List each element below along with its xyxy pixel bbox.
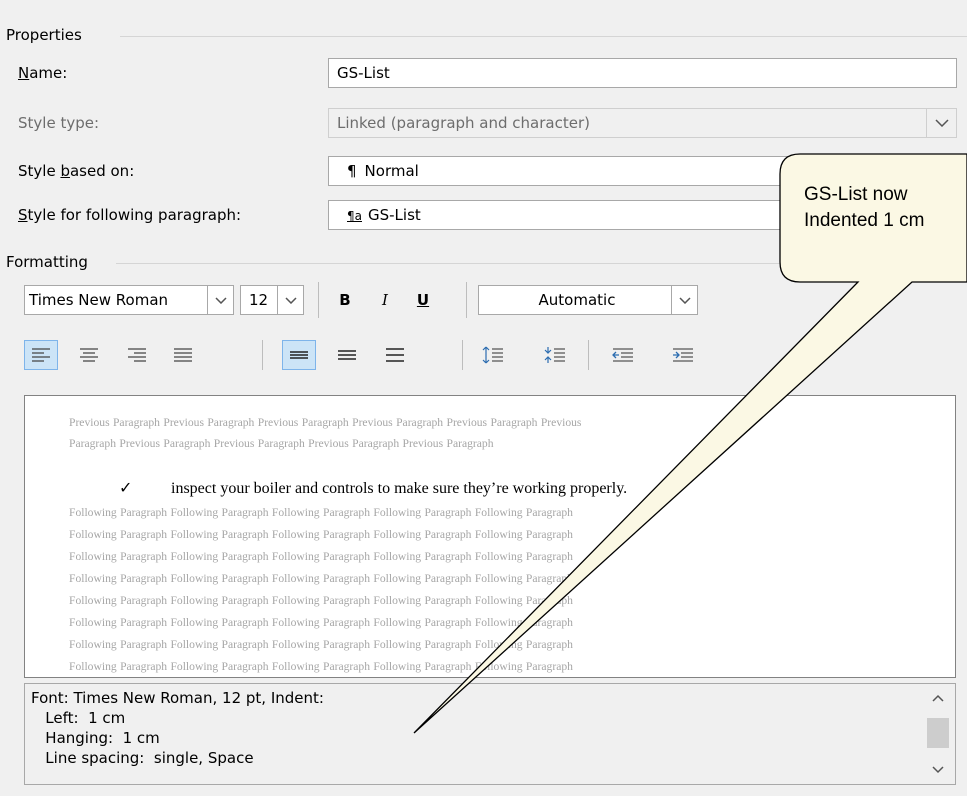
- linked-style-icon: ¶a: [347, 209, 362, 223]
- name-field[interactable]: GS-List: [328, 58, 957, 88]
- font-size-value: 12: [249, 291, 269, 309]
- description-line: Left: 1 cm: [31, 709, 126, 727]
- following-paragraph-line: Following Paragraph Following Paragraph …: [69, 660, 573, 673]
- formatting-divider: [116, 263, 967, 264]
- formatting-group-title: Formatting: [6, 253, 94, 271]
- following-paragraph-line: Following Paragraph Following Paragraph …: [69, 616, 573, 629]
- following-paragraph-line: Following Paragraph Following Paragraph …: [69, 528, 573, 541]
- previous-paragraph-line: Previous Paragraph Previous Paragraph Pr…: [69, 416, 582, 429]
- style-type-value: Linked (paragraph and character): [337, 114, 590, 132]
- toolbar-separator: [318, 282, 319, 318]
- description-line: Font: Times New Roman, 12 pt, Indent:: [31, 689, 324, 707]
- style-type-select[interactable]: Linked (paragraph and character): [328, 108, 957, 138]
- font-color-value: Automatic: [538, 291, 616, 309]
- properties-divider: [120, 36, 967, 37]
- font-name-dropdown-button[interactable]: [207, 286, 233, 314]
- decrease-indent-icon: [612, 348, 633, 362]
- font-color-dropdown-button[interactable]: [671, 286, 697, 314]
- align-center-button[interactable]: [72, 340, 106, 370]
- one-half-spacing-icon: [338, 350, 356, 360]
- double-spacing-button[interactable]: [378, 340, 412, 370]
- toolbar-separator: [262, 340, 263, 370]
- name-label: Name:: [18, 64, 68, 82]
- single-spacing-icon: [290, 351, 308, 359]
- style-preview: Previous Paragraph Previous Paragraph Pr…: [24, 395, 956, 678]
- one-half-spacing-button[interactable]: [330, 340, 364, 370]
- following-paragraph-line: Following Paragraph Following Paragraph …: [69, 550, 573, 563]
- font-name-combo[interactable]: Times New Roman: [24, 285, 234, 315]
- toolbar-separator: [462, 340, 463, 370]
- previous-paragraph-line: Paragraph Previous Paragraph Previous Pa…: [69, 437, 494, 450]
- chevron-down-icon: [934, 119, 949, 127]
- style-type-label: Style type:: [18, 114, 100, 132]
- increase-spacing-icon: [482, 346, 503, 364]
- bullet-checkmark: ✓: [119, 480, 133, 497]
- increase-indent-button[interactable]: [668, 340, 698, 370]
- justify-icon: [174, 348, 192, 362]
- toolbar-separator: [588, 340, 589, 370]
- following-paragraph-line: Following Paragraph Following Paragraph …: [69, 594, 573, 607]
- based-on-select[interactable]: ¶ Normal: [328, 156, 957, 186]
- double-spacing-icon: [386, 348, 404, 362]
- chevron-down-icon: [214, 296, 227, 304]
- increase-indent-icon: [673, 348, 693, 362]
- decrease-spacing-icon: [544, 347, 565, 363]
- italic-button[interactable]: I: [372, 285, 398, 315]
- scroll-up-icon[interactable]: [925, 690, 951, 706]
- justify-button[interactable]: [166, 340, 200, 370]
- align-left-button[interactable]: [24, 340, 58, 370]
- properties-group-title: Properties: [6, 26, 88, 44]
- callout-text-line: GS-List now: [804, 184, 908, 205]
- description-line: Line spacing: single, Space: [31, 749, 254, 767]
- increase-spacing-button[interactable]: [478, 340, 508, 370]
- underline-button[interactable]: U: [410, 285, 436, 315]
- font-color-combo[interactable]: Automatic: [478, 285, 698, 315]
- align-right-button[interactable]: [120, 340, 154, 370]
- based-on-value: Normal: [364, 162, 419, 180]
- decrease-indent-button[interactable]: [608, 340, 638, 370]
- following-value: GS-List: [368, 206, 421, 224]
- paragraph-mark-icon: ¶: [347, 162, 357, 180]
- name-field-value: GS-List: [337, 64, 390, 82]
- based-on-label: Style based on:: [18, 162, 135, 180]
- scroll-down-icon[interactable]: [925, 762, 951, 778]
- following-paragraph-line: Following Paragraph Following Paragraph …: [69, 572, 573, 585]
- align-center-icon: [80, 348, 98, 362]
- description-scrollbar[interactable]: [925, 688, 951, 780]
- style-description: Font: Times New Roman, 12 pt, Indent: Le…: [24, 683, 956, 785]
- scroll-thumb[interactable]: [927, 718, 949, 748]
- single-spacing-button[interactable]: [282, 340, 316, 370]
- style-type-dropdown-button[interactable]: [926, 109, 956, 137]
- following-label: Style for following paragraph:: [18, 206, 242, 224]
- callout-text-line: Indented 1 cm: [804, 210, 925, 231]
- chevron-down-icon: [678, 296, 691, 304]
- following-paragraph-line: Following Paragraph Following Paragraph …: [69, 638, 573, 651]
- font-size-dropdown-button[interactable]: [277, 286, 303, 314]
- bold-button[interactable]: B: [332, 285, 358, 315]
- align-left-icon: [32, 348, 50, 362]
- toolbar-separator: [466, 282, 467, 318]
- following-paragraph-line: Following Paragraph Following Paragraph …: [69, 506, 573, 519]
- font-name-value: Times New Roman: [29, 291, 169, 309]
- chevron-down-icon: [284, 296, 297, 304]
- align-right-icon: [128, 348, 146, 362]
- font-size-combo[interactable]: 12: [240, 285, 304, 315]
- decrease-spacing-button[interactable]: [540, 340, 570, 370]
- sample-paragraph: inspect your boiler and controls to make…: [171, 480, 628, 497]
- description-line: Hanging: 1 cm: [31, 729, 160, 747]
